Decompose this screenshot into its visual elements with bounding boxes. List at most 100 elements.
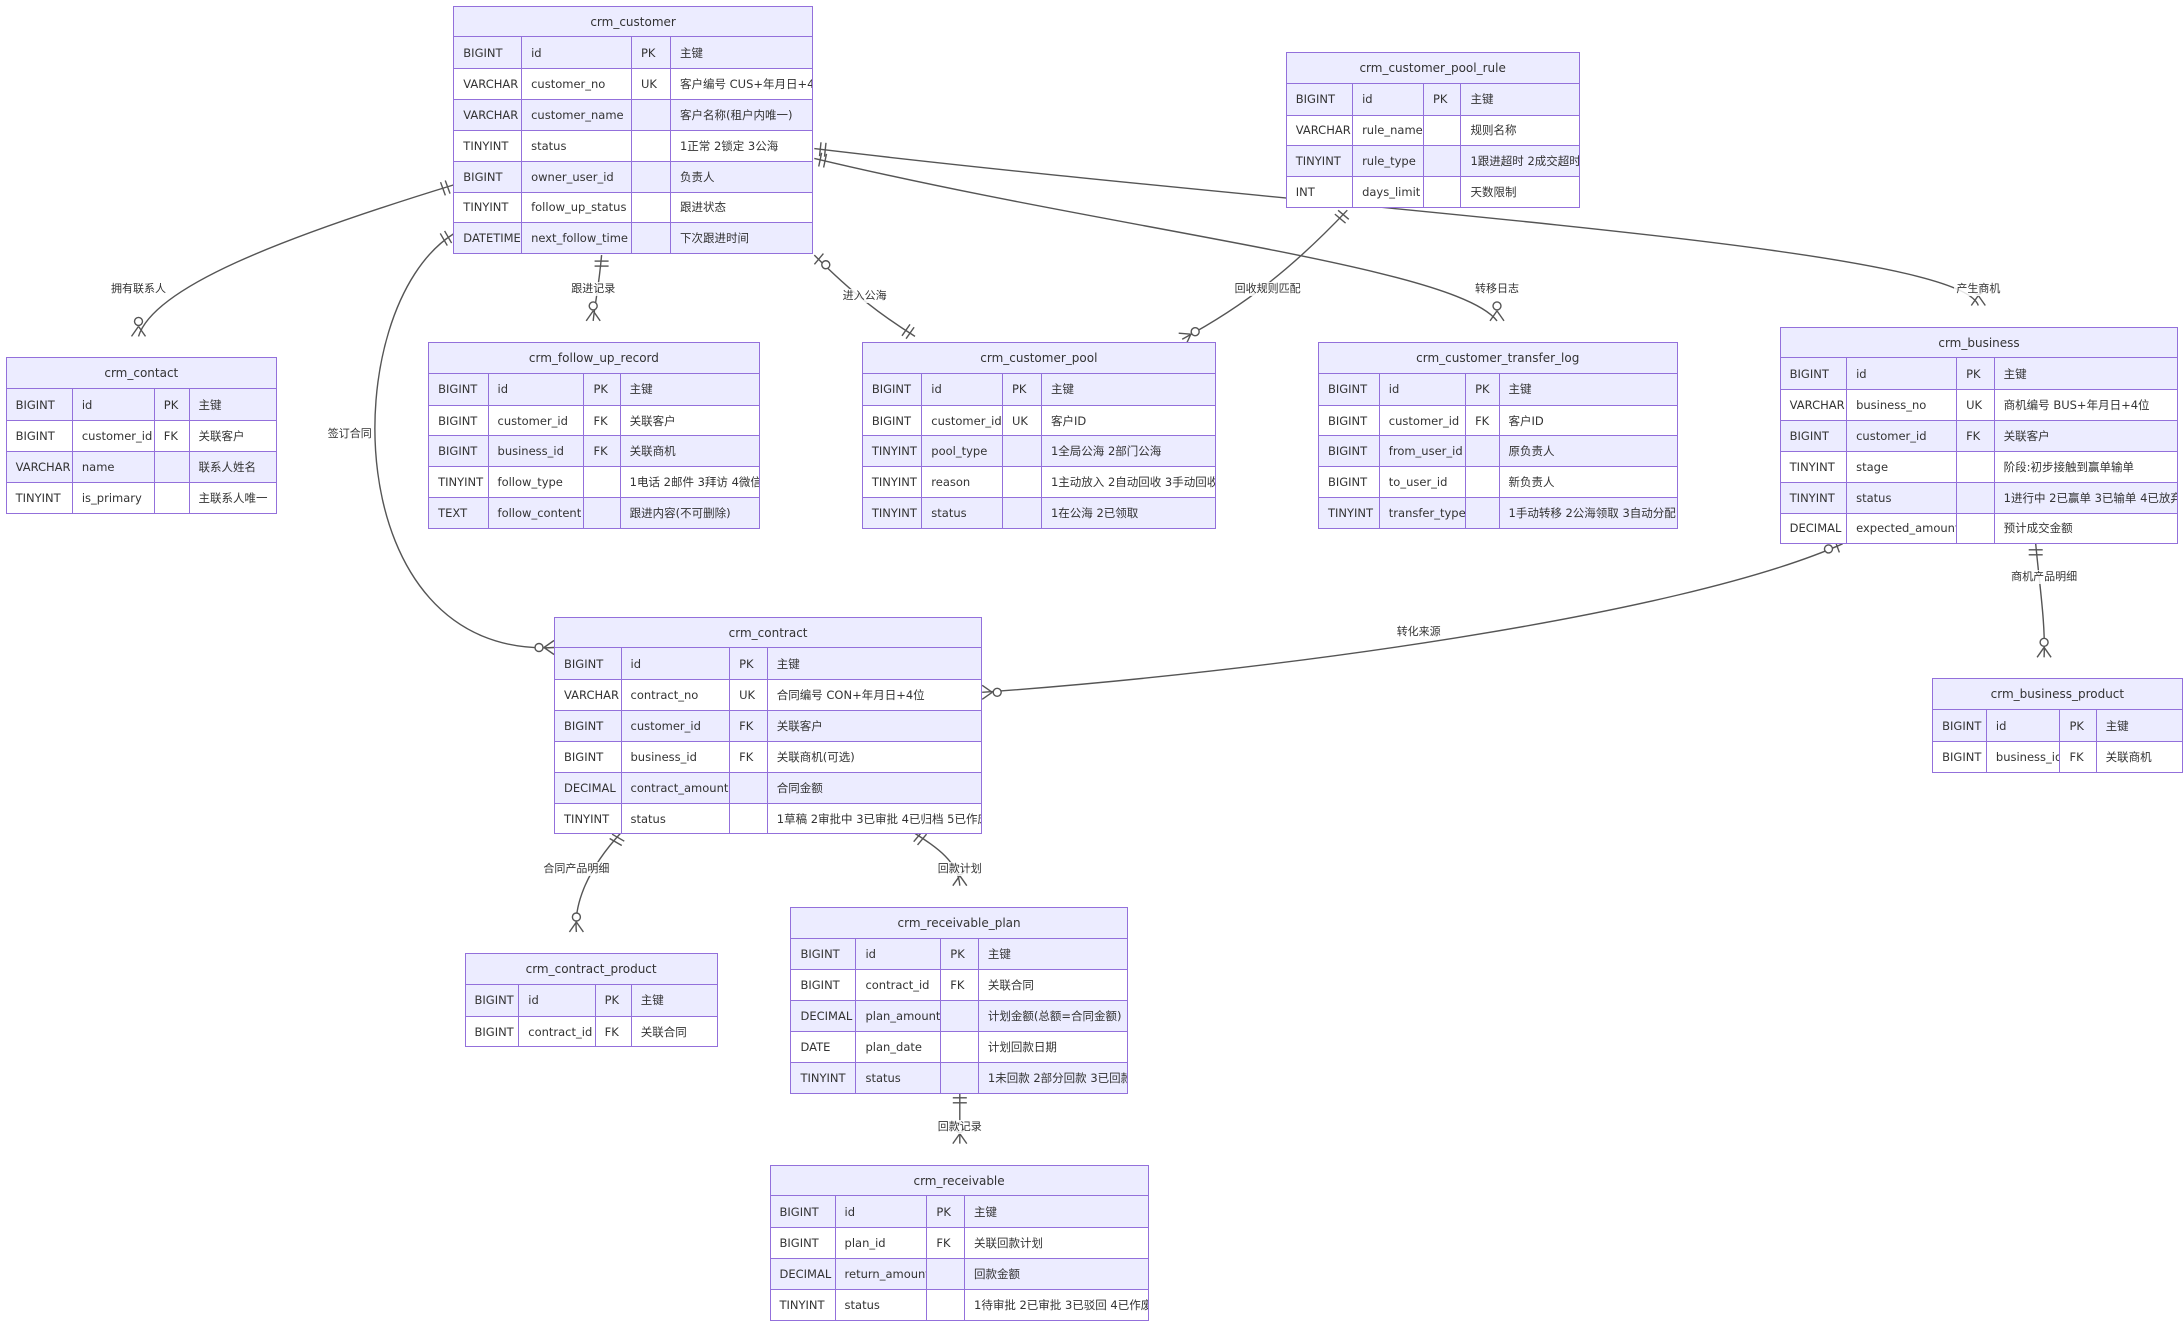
attr-key: FK [1465,405,1498,436]
attribute-row: BIGINT id PK 主键 [454,37,812,69]
attr-type: DECIMAL [779,1267,832,1282]
attr-name: id [1985,710,2060,741]
attribute-row: BIGINT contract_id FK 关联合同 [465,1015,717,1047]
relationship-label: 商机产品明细 [2009,570,2080,585]
attr-key [630,100,670,130]
attr-type: TINYINT [779,1297,825,1312]
attr-type: BIGINT [15,397,55,412]
attr-key: PK [729,648,767,680]
attr-comment: 主联系人唯一 [188,482,276,513]
attr-comment: 客户ID [1498,405,1677,436]
attr-key [1956,513,1994,544]
attr-type: DECIMAL [800,1009,853,1024]
attr-name: next_follow_time [521,223,631,254]
attribute-row: BIGINT id PK 主键 [862,373,1215,405]
attribute-row: VARCHAR customer_no UK 客户编号 CUS+年月日+4位 [454,68,812,100]
attr-key: UK [729,680,767,711]
attr-name: status [834,1289,927,1320]
cardinality-marker-zeroone [813,253,831,270]
attr-comment: 跟进状态 [669,192,812,223]
attr-key: FK [1956,421,1994,451]
attr-type: BIGINT [438,444,478,459]
attr-type: BIGINT [871,413,912,428]
attribute-row: VARCHAR contract_no UK 合同编号 CON+年月日+4位 [555,679,982,711]
attr-key [940,1062,978,1093]
attr-type: TINYINT [800,1070,846,1085]
attribute-row: BIGINT to_user_id 新负责人 [1318,466,1677,498]
attr-name: id [1352,83,1423,115]
attribute-row: VARCHAR rule_name 规则名称 [1286,114,1579,146]
attr-key: UK [1956,390,1994,421]
attr-type: BIGINT [779,1204,819,1219]
attribute-row: DATETIME next_follow_time 下次跟进时间 [454,222,812,254]
entity-crm-contract-product: crm_contract_product BIGINT id PK 主键 BIGINT co… [464,953,718,1048]
attr-key [729,772,767,803]
relationship-label: 合同产品明细 [541,861,612,876]
attr-key: PK [1465,373,1498,405]
attr-key: FK [583,436,619,467]
attr-comment: 跟进内容(不可删除) [619,498,759,528]
attr-key [630,161,670,192]
attr-comment: 客户编号 CUS+年月日+4位 [669,69,812,100]
entity-title: crm_contract_product [465,954,717,985]
attr-key: FK [940,970,978,1001]
entity-crm-customer-pool: crm_customer_pool BIGINT id PK 主键 BIGINT custo… [861,341,1216,529]
attr-comment: 下次跟进时间 [669,223,812,254]
attr-comment: 1进行中 2已赢单 3已输单 4已放弃 [1993,482,2177,513]
entity-title: crm_receivable_plan [791,907,1127,939]
attr-name: customer_id [487,405,584,436]
attr-type: BIGINT [564,719,604,734]
attr-comment: 负责人 [669,161,812,192]
attr-comment: 计划金额(总额=合同金额) [977,1001,1127,1032]
attr-type: VARCHAR [1789,398,1845,413]
attr-name: stage [1846,451,1956,482]
attr-comment: 主键 [619,373,759,405]
attribute-row: BIGINT id PK 主键 [429,373,759,405]
attribute-row: BIGINT customer_id FK 关联客户 [555,710,982,741]
attr-type: BIGINT [1295,92,1335,107]
attr-type: BIGINT [1327,382,1368,397]
attr-key [940,1001,978,1032]
attr-name: business_no [1846,390,1956,421]
attr-key: FK [729,711,767,741]
attr-comment: 1全局公海 2部门公海 [1040,436,1215,467]
attr-type: BIGINT [474,1024,514,1039]
attribute-row: DECIMAL return_amount 回款金额 [770,1258,1148,1289]
attribute-row: BIGINT id PK 主键 [1318,373,1677,405]
attr-key [926,1289,964,1320]
attr-name: status [521,130,631,161]
attr-name: rule_name [1352,115,1423,146]
attribute-row: TINYINT status 1待审批 2已审批 3已驳回 4已作废 [770,1288,1148,1320]
attr-type: TINYINT [463,138,509,153]
attr-key: PK [940,938,978,970]
attr-type: DECIMAL [1789,521,1842,536]
relationship-label: 跟进记录 [569,281,618,296]
attr-key [1422,177,1461,207]
attribute-row: BIGINT id PK 主键 [1286,83,1579,115]
attr-type: BIGINT [463,45,503,60]
relationship-label: 转化来源 [1394,625,1443,640]
attr-key [583,467,619,498]
attr-type: TINYINT [1327,506,1374,520]
attr-key: PK [2059,710,2095,741]
attr-comment: 1手动转移 2公海领取 3自动分配 [1498,498,1677,528]
entity-crm-follow-up-record: crm_follow_up_record BIGINT id PK 主键 BIGINT cu… [428,341,760,529]
attribute-row: TINYINT status 1正常 2锁定 3公海 [454,129,812,161]
relationship-line-rule [1181,209,1348,340]
attribute-row: BIGINT owner_user_id 负责人 [454,160,812,192]
attr-key: PK [1001,373,1041,405]
attribute-row: BIGINT contract_id FK 关联合同 [791,969,1127,1001]
attr-key [583,498,619,528]
attribute-row: TINYINT reason 1主动放入 2自动回收 3手动回收 [862,466,1215,498]
attribute-row: BIGINT id PK 主键 [6,389,277,421]
attribute-row: BIGINT customer_id FK 客户ID [1318,404,1677,436]
attr-name: status [921,498,1002,528]
attr-type: BIGINT [779,1236,819,1251]
attr-key [1956,482,1994,513]
attr-name: id [521,37,631,69]
attr-type: BIGINT [564,656,604,671]
attr-key: UK [630,69,670,100]
entity-title: crm_business_product [1933,679,2182,711]
relationship-line-convert [982,543,1843,693]
attr-key: PK [926,1196,964,1228]
